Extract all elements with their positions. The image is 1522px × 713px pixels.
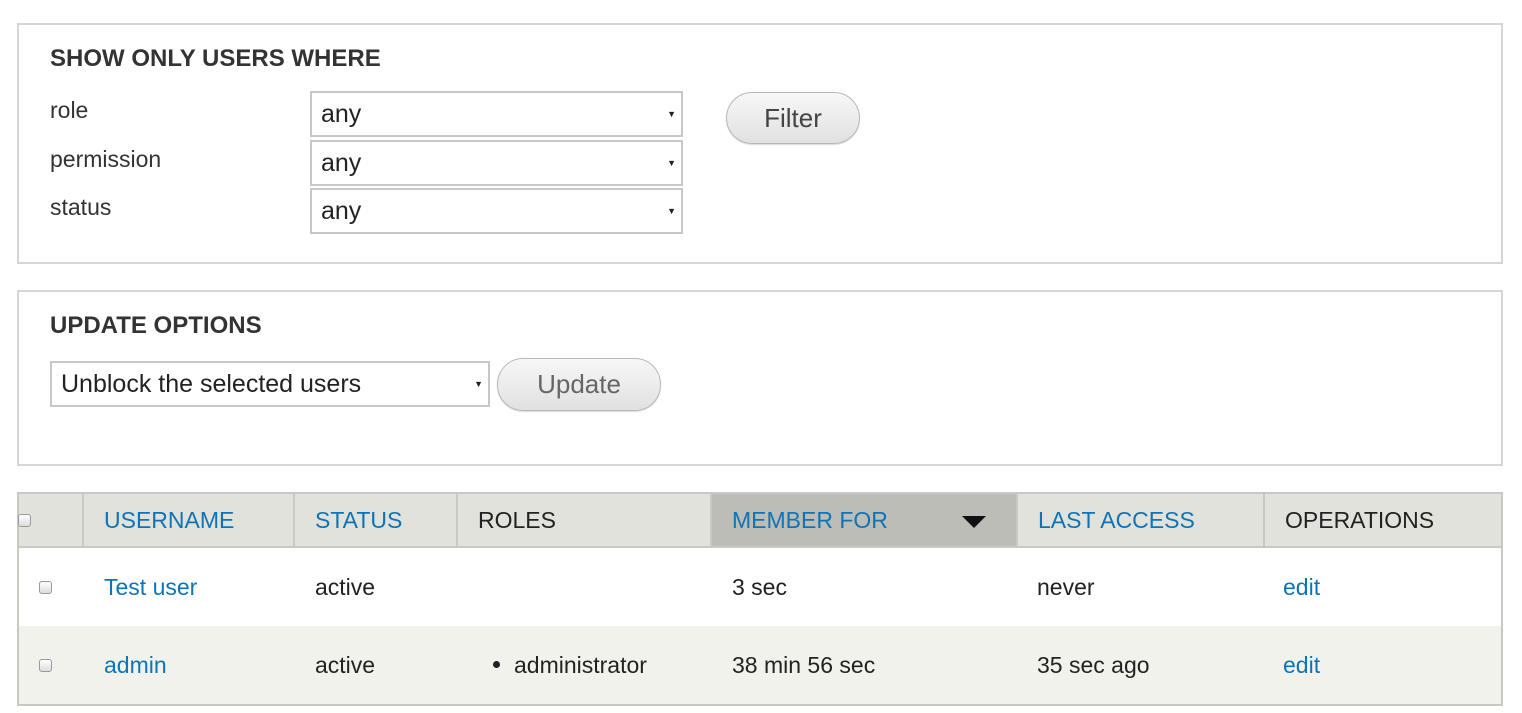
- role-item: administrator: [514, 652, 647, 678]
- row-select-checkbox[interactable]: [39, 581, 52, 594]
- bulk-action-select-value: Unblock the selected users: [61, 370, 362, 398]
- last-access-cell: never: [1037, 574, 1095, 600]
- permission-select[interactable]: any ▼: [310, 140, 683, 186]
- update-options-legend: UPDATE OPTIONS: [50, 312, 262, 339]
- role-select[interactable]: any ▼: [310, 91, 683, 137]
- status-select[interactable]: any ▼: [310, 188, 683, 234]
- select-all-checkbox[interactable]: [18, 514, 31, 527]
- roles-cell: administrator: [493, 626, 647, 704]
- filter-fieldset: SHOW ONLY USERS WHERE role any ▼ permiss…: [17, 23, 1503, 264]
- bulk-action-select[interactable]: Unblock the selected users ▼: [50, 361, 490, 407]
- bullet-icon: [493, 661, 500, 669]
- chevron-down-icon: ▼: [474, 379, 483, 389]
- header-roles: ROLES: [458, 494, 712, 546]
- update-button[interactable]: Update: [497, 358, 661, 411]
- status-cell: active: [315, 574, 376, 600]
- table-row: admin active administrator 38 min 56 sec…: [19, 626, 1501, 704]
- header-member-for-label: MEMBER FOR: [732, 507, 888, 533]
- select-all-cell: [18, 494, 84, 546]
- row-select-checkbox[interactable]: [39, 659, 52, 672]
- header-status[interactable]: STATUS: [295, 494, 458, 546]
- users-table: USERNAME STATUS ROLES MEMBER FOR LAST AC…: [17, 492, 1503, 706]
- update-options-fieldset: UPDATE OPTIONS Unblock the selected user…: [17, 290, 1503, 466]
- permission-select-value: any: [321, 149, 362, 177]
- role-select-value: any: [321, 100, 362, 128]
- filter-legend: SHOW ONLY USERS WHERE: [50, 45, 381, 72]
- role-label: role: [50, 97, 89, 123]
- header-member-for[interactable]: MEMBER FOR: [712, 494, 1018, 546]
- edit-link[interactable]: edit: [1283, 548, 1320, 626]
- last-access-cell: 35 sec ago: [1037, 652, 1150, 678]
- chevron-down-icon: ▼: [667, 109, 676, 119]
- status-select-value: any: [321, 197, 362, 225]
- status-label: status: [50, 194, 112, 220]
- permission-label: permission: [50, 146, 162, 172]
- chevron-down-icon: ▼: [667, 158, 676, 168]
- header-operations: OPERATIONS: [1285, 507, 1435, 533]
- edit-link[interactable]: edit: [1283, 626, 1320, 704]
- filter-button[interactable]: Filter: [726, 92, 860, 144]
- status-cell: active: [315, 652, 376, 678]
- table-row: Test user active 3 sec never edit: [19, 548, 1501, 626]
- member-for-cell: 38 min 56 sec: [732, 652, 876, 678]
- header-username[interactable]: USERNAME: [84, 494, 295, 546]
- chevron-down-icon: ▼: [667, 206, 676, 216]
- table-header: USERNAME STATUS ROLES MEMBER FOR LAST AC…: [18, 494, 1501, 548]
- username-link[interactable]: admin: [104, 626, 167, 704]
- sort-descending-icon: [962, 516, 986, 528]
- member-for-cell: 3 sec: [732, 574, 787, 600]
- header-last-access[interactable]: LAST ACCESS: [1018, 494, 1265, 546]
- username-link[interactable]: Test user: [104, 548, 197, 626]
